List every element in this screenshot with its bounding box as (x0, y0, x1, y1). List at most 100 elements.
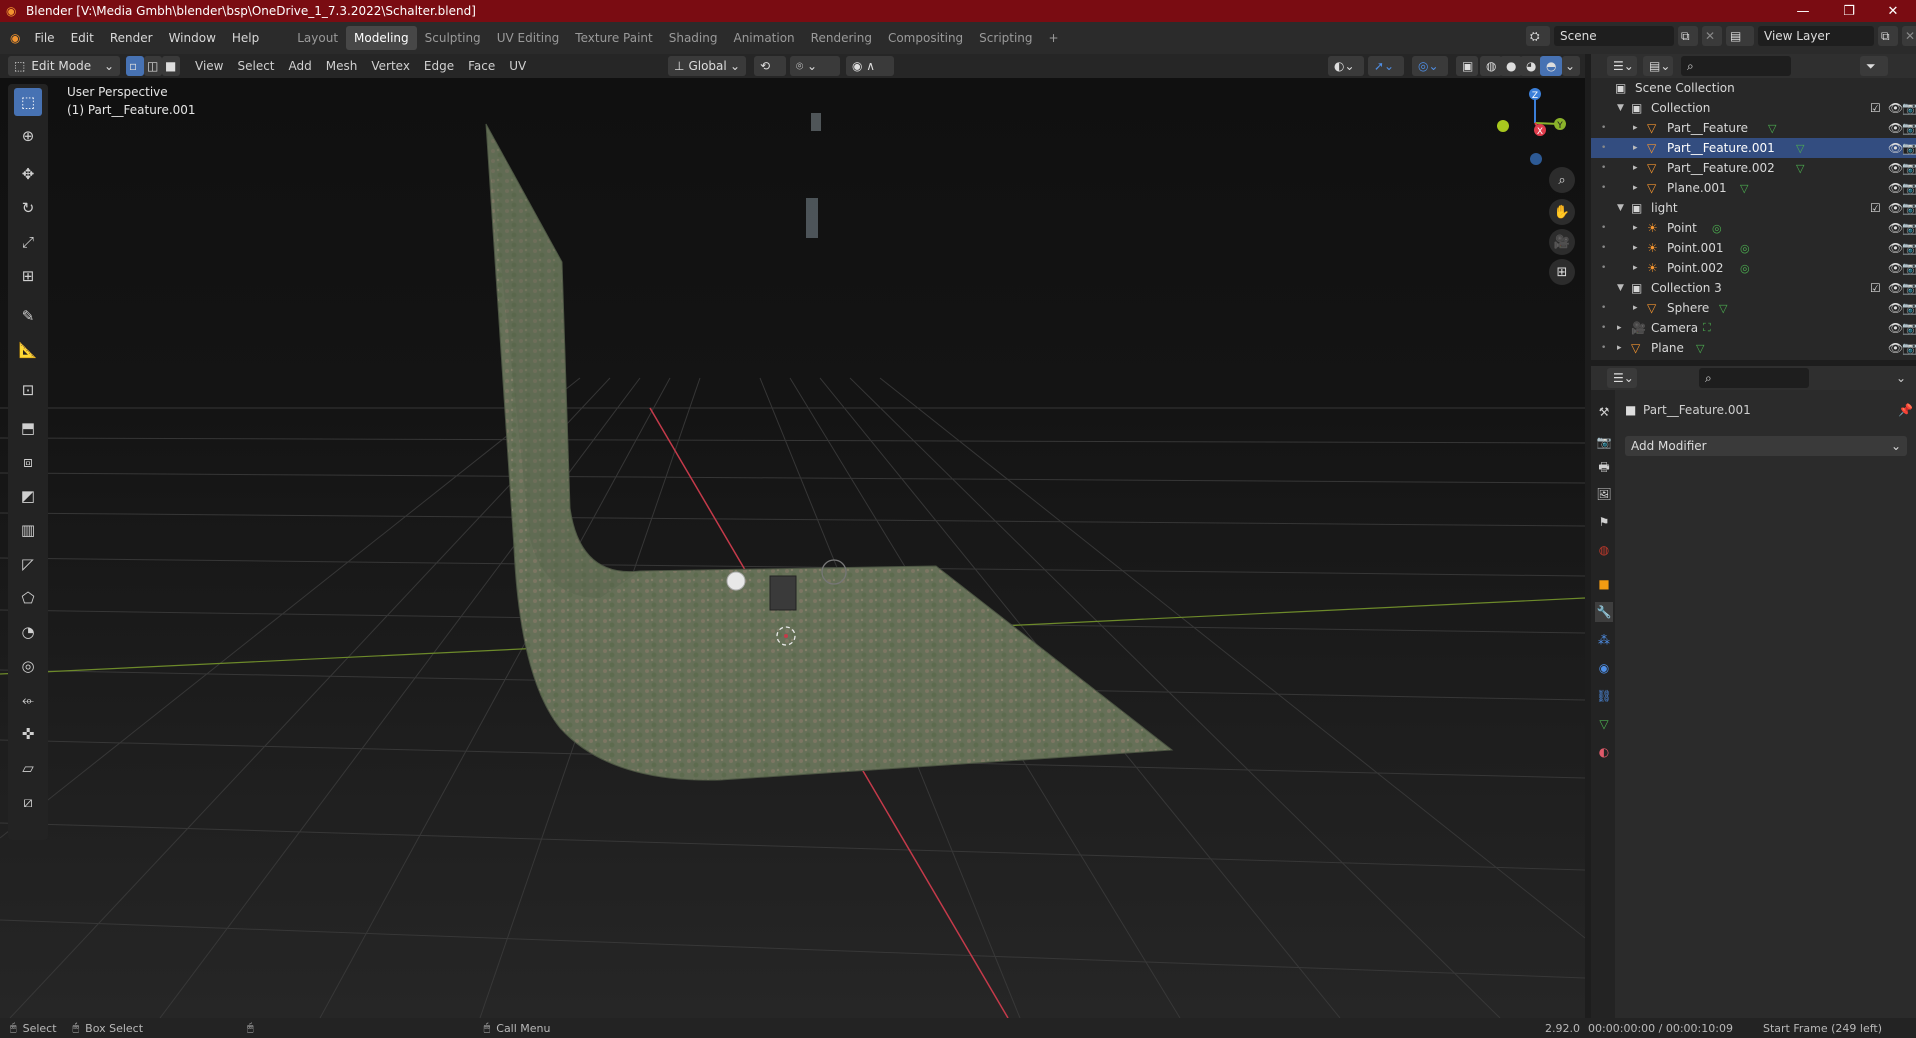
visibility-eye-icon[interactable]: 👁 (1888, 281, 1903, 295)
outliner-row[interactable]: ▼ ▣ Collection 3 ☑ 👁 📷 (1591, 278, 1916, 298)
exclude-checkbox-icon[interactable]: ☑ (1870, 281, 1881, 295)
data-tab-icon[interactable]: ▽ (1595, 714, 1613, 734)
view-layer-remove-icon[interactable]: ✕ (1902, 26, 1916, 46)
expand-down-icon[interactable]: ▼ (1617, 283, 1629, 293)
output-tab-icon[interactable]: 🖶 (1595, 458, 1613, 478)
view-layer-tab-icon[interactable]: 🖼 (1595, 484, 1613, 504)
rendered-shading-button[interactable]: ◓ (1540, 56, 1562, 76)
mesh-data-icon[interactable]: ▽ (1796, 162, 1804, 175)
shrink-fatten-tool-icon[interactable]: ✜ (14, 720, 42, 748)
render-camera-icon[interactable]: 📷 (1902, 141, 1916, 155)
3d-viewport[interactable]: User Perspective (1) Part__Feature.001 Z… (0, 78, 1585, 1018)
properties-editor-type-icon[interactable]: ☰⌄ (1607, 368, 1637, 388)
poly-build-tool-icon[interactable]: ⬠ (14, 584, 42, 612)
expand-down-icon[interactable]: ▼ (1617, 203, 1629, 213)
scene-browse-icon[interactable]: ⛭ (1526, 26, 1550, 46)
transform-orientation-select[interactable]: ⊥ Global ⌄ (668, 56, 746, 76)
visibility-eye-icon[interactable]: 👁 (1888, 201, 1903, 215)
mesh-data-icon[interactable]: ▽ (1719, 302, 1727, 315)
render-camera-icon[interactable]: 📷 (1902, 221, 1916, 235)
perspective-grid-icon[interactable]: ⊞ (1549, 259, 1575, 285)
sphere-object[interactable] (726, 571, 746, 591)
workspace-tab-sculpting[interactable]: Sculpting (417, 26, 489, 50)
bevel-tool-icon[interactable]: ◩ (14, 482, 42, 510)
minimize-button[interactable]: — (1780, 0, 1826, 22)
wireframe-shading-button[interactable]: ◍ (1480, 56, 1502, 76)
render-camera-icon[interactable]: 📷 (1902, 241, 1916, 255)
workspace-tab-modeling[interactable]: Modeling (346, 26, 417, 50)
render-camera-icon[interactable]: 📷 (1902, 321, 1916, 335)
render-camera-icon[interactable]: 📷 (1902, 261, 1916, 275)
zoom-icon[interactable]: ⌕ (1549, 167, 1575, 193)
expand-down-icon[interactable]: ▼ (1617, 103, 1629, 113)
editor-type-icon[interactable]: ☰⌄ (1607, 56, 1637, 76)
workspace-tab-compositing[interactable]: Compositing (880, 26, 971, 50)
chevron-down-icon[interactable]: ⌄ (1896, 371, 1906, 385)
visibility-eye-icon[interactable]: 👁 (1888, 241, 1903, 255)
visibility-select[interactable]: ◐⌄ (1328, 56, 1364, 76)
inset-tool-icon[interactable]: ⧈ (14, 448, 42, 476)
menu-window[interactable]: Window (161, 27, 224, 49)
mesh-data-icon[interactable]: ▽ (1740, 182, 1748, 195)
render-camera-icon[interactable]: 📷 (1902, 161, 1916, 175)
visibility-eye-icon[interactable]: 👁 (1888, 101, 1903, 115)
transform-tool-icon[interactable]: ⊞ (14, 262, 42, 290)
exclude-checkbox-icon[interactable]: ☑ (1870, 101, 1881, 115)
light-data-icon[interactable]: ◎ (1740, 242, 1750, 255)
shear-tool-icon[interactable]: ▱ (14, 754, 42, 782)
expand-right-icon[interactable]: ▸ (1633, 123, 1645, 133)
edge-select-mode-button[interactable]: ◫ (144, 56, 162, 76)
add-modifier-dropdown[interactable]: Add Modifier ⌄ (1625, 436, 1907, 456)
mode-select[interactable]: ⬚ Edit Mode ⌄ (8, 56, 120, 76)
properties-search-input[interactable]: ⌕ (1699, 368, 1809, 388)
snap-toggle[interactable]: ⌾ ⌄ (790, 56, 840, 76)
expand-right-icon[interactable]: ▸ (1633, 223, 1645, 233)
proportional-editing-toggle[interactable]: ◉ ∧ (846, 56, 894, 76)
tool-tab-icon[interactable]: ⚒ (1595, 402, 1613, 422)
menu-uv[interactable]: UV (502, 56, 533, 76)
blender-menu-icon[interactable]: ◉ (0, 27, 26, 49)
scene-copy-icon[interactable]: ⧉ (1678, 26, 1698, 46)
knife-tool-icon[interactable]: ◸ (14, 550, 42, 578)
select-box-tool-icon[interactable]: ⬚ (14, 88, 42, 116)
light-data-icon[interactable]: ◎ (1740, 262, 1750, 275)
menu-edge[interactable]: Edge (417, 56, 461, 76)
outliner-row[interactable]: • ▸ ▽ Sphere ▽ 👁 📷 (1591, 298, 1916, 318)
overlay-toggle[interactable]: ◎⌄ (1412, 56, 1448, 76)
rotate-tool-icon[interactable]: ↻ (14, 194, 42, 222)
neg-y-axis-icon[interactable] (1497, 120, 1509, 132)
view-layer-copy-icon[interactable]: ⧉ (1878, 26, 1898, 46)
outliner-row[interactable]: • ▸ ☀ Point ◎ 👁 📷 (1591, 218, 1916, 238)
render-tab-icon[interactable]: 📷 (1595, 432, 1613, 452)
object-tab-icon[interactable]: ■ (1595, 574, 1613, 594)
visibility-eye-icon[interactable]: 👁 (1888, 301, 1903, 315)
modifier-tab-icon[interactable]: 🔧 (1595, 602, 1613, 622)
neg-z-axis-icon[interactable] (1530, 153, 1542, 165)
pan-hand-icon[interactable]: ✋ (1549, 199, 1575, 225)
scene-remove-icon[interactable]: ✕ (1702, 26, 1722, 46)
world-tab-icon[interactable]: ◍ (1595, 540, 1613, 560)
outliner-row[interactable]: • ▸ ▽ Plane ▽ 👁 📷 (1591, 338, 1916, 358)
menu-render[interactable]: Render (102, 27, 161, 49)
visibility-eye-icon[interactable]: 👁 (1888, 321, 1903, 335)
expand-right-icon[interactable]: ▸ (1617, 323, 1629, 333)
menu-select[interactable]: Select (230, 56, 281, 76)
expand-right-icon[interactable]: ▸ (1633, 263, 1645, 273)
pivot-point-select[interactable]: ⟲ (754, 56, 786, 76)
workspace-tab-animation[interactable]: Animation (725, 26, 802, 50)
outliner-scene-collection[interactable]: ▣ Scene Collection (1591, 78, 1916, 98)
switch-object[interactable] (769, 575, 797, 611)
solid-shading-button[interactable]: ● (1500, 56, 1522, 76)
menu-face[interactable]: Face (461, 56, 502, 76)
render-camera-icon[interactable]: 📷 (1902, 281, 1916, 295)
restore-button[interactable]: ❐ (1826, 0, 1872, 22)
mesh-data-icon[interactable]: ▽ (1796, 142, 1804, 155)
loop-cut-tool-icon[interactable]: ▥ (14, 516, 42, 544)
workspace-tab-scripting[interactable]: Scripting (971, 26, 1040, 50)
menu-file[interactable]: File (26, 27, 62, 49)
menu-help[interactable]: Help (224, 27, 267, 49)
visibility-eye-icon[interactable]: 👁 (1888, 121, 1903, 135)
outliner-row[interactable]: • ▸ 🎥 Camera ⛶ 👁 📷 (1591, 318, 1916, 338)
light-data-icon[interactable]: ◎ (1712, 222, 1722, 235)
cursor-tool-icon[interactable]: ⊕ (14, 122, 42, 150)
